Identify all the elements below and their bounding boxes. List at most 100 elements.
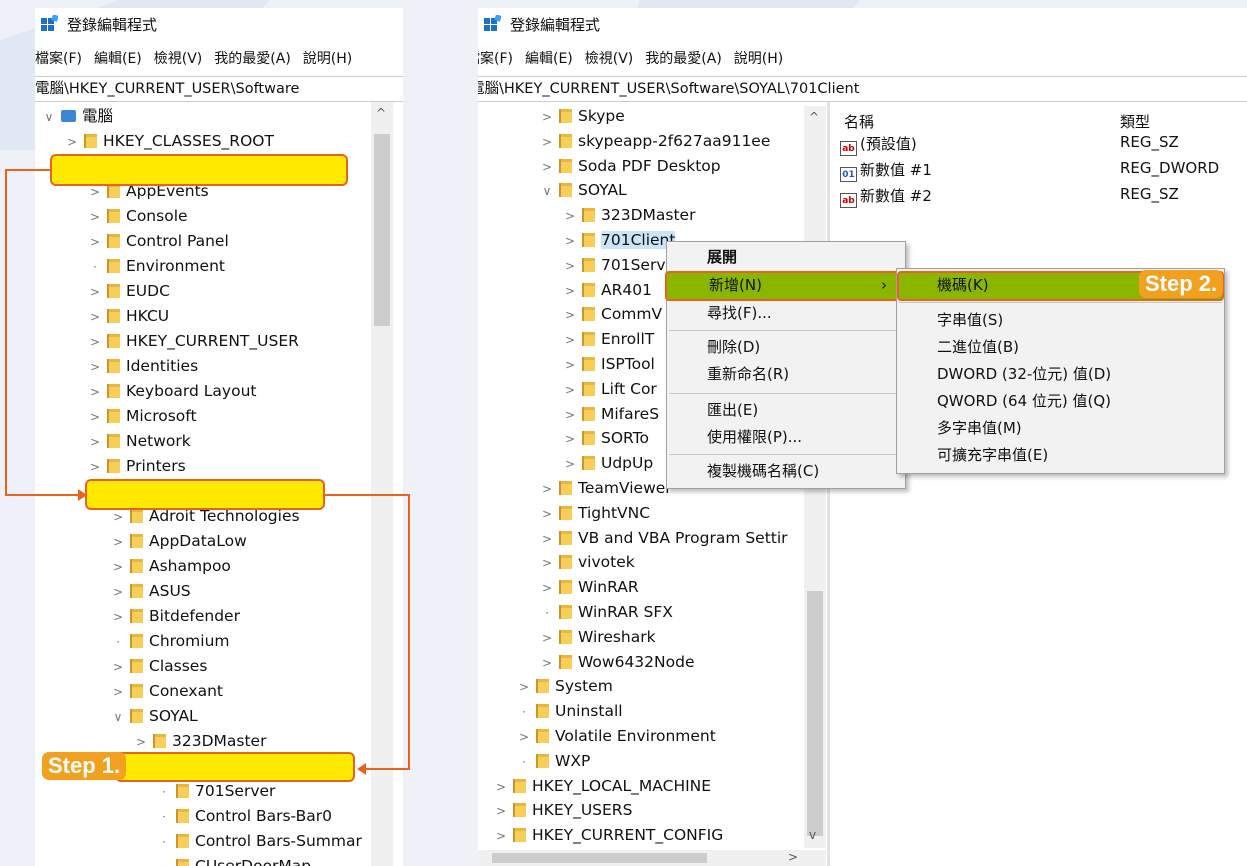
tree-node[interactable]: · 701Server: [156, 779, 275, 804]
collapse-chevron-icon[interactable]: ∨: [41, 105, 57, 130]
expand-chevron-icon[interactable]: >: [562, 328, 578, 353]
tree-node[interactable]: > EnrollT: [562, 327, 654, 352]
menu-item-expand[interactable]: 展開: [667, 244, 905, 270]
menu-edit[interactable]: 編輯(E): [525, 48, 573, 68]
tree-node[interactable]: > TightVNC: [539, 501, 650, 526]
menu-favorites[interactable]: 我的最愛(A): [645, 48, 722, 68]
tree-node[interactable]: > HKEY_LOCAL_MACHINE: [493, 774, 711, 799]
expand-chevron-icon[interactable]: >: [516, 725, 532, 750]
tree-node[interactable]: > Volatile Environment: [516, 724, 716, 749]
expand-chevron-icon[interactable]: >: [64, 130, 80, 155]
menu-item-permissions[interactable]: 使用權限(P)...: [667, 424, 905, 450]
tree-node[interactable]: > UdpUp: [562, 451, 653, 476]
tree-node[interactable]: > Printers: [87, 454, 186, 479]
tree-node[interactable]: >323DMaster: [562, 203, 695, 228]
tree-node[interactable]: > Lift Cor: [562, 377, 657, 402]
expand-chevron-icon[interactable]: >: [562, 452, 578, 477]
tree-node[interactable]: > Identities: [87, 354, 198, 379]
expand-chevron-icon[interactable]: >: [110, 555, 126, 580]
menu-item-copy-key-name[interactable]: 複製機碼名稱(C): [667, 458, 905, 484]
expand-chevron-icon[interactable]: >: [110, 655, 126, 680]
tree-node[interactable]: > CommV: [562, 302, 662, 327]
expand-chevron-icon[interactable]: >: [539, 130, 555, 155]
value-row[interactable]: ab 新數值 #2: [840, 185, 932, 208]
submenu-item-multi-string[interactable]: 多字串值(M): [897, 415, 1224, 441]
tree-node[interactable]: > Network: [87, 429, 191, 454]
expand-chevron-icon[interactable]: >: [562, 229, 578, 254]
tree-node[interactable]: · CUserDoorMap: [156, 854, 311, 866]
expand-chevron-icon[interactable]: >: [539, 551, 555, 576]
expand-chevron-icon[interactable]: >: [87, 380, 103, 405]
horizontal-scrollbar[interactable]: >: [478, 850, 826, 866]
menu-item-export[interactable]: 匯出(E): [667, 397, 905, 423]
expand-chevron-icon[interactable]: >: [87, 455, 103, 480]
column-header-type[interactable]: 類型: [1120, 111, 1150, 132]
expand-chevron-icon[interactable]: >: [562, 254, 578, 279]
tree-node[interactable]: · Control Bars-Summar: [156, 829, 362, 854]
menu-item-find[interactable]: 尋找(F)...: [667, 300, 905, 326]
tree-node[interactable]: > EUDC: [87, 279, 170, 304]
tree-node[interactable]: ∨ SOYAL: [110, 704, 198, 729]
expand-chevron-icon[interactable]: >: [87, 405, 103, 430]
expand-chevron-icon[interactable]: >: [562, 378, 578, 403]
tree-node[interactable]: > ASUS: [110, 579, 191, 604]
tree-node[interactable]: >701Server: [562, 253, 681, 278]
menu-help[interactable]: 說明(H): [734, 48, 783, 68]
menu-item-rename[interactable]: 重新命名(R): [667, 361, 905, 387]
menu-edit[interactable]: 編輯(E): [94, 48, 142, 68]
tree-node[interactable]: > VB and VBA Program Settir: [539, 526, 788, 551]
expand-chevron-icon[interactable]: >: [493, 824, 509, 849]
tree-node[interactable]: · Chromium: [110, 629, 229, 654]
tree-node[interactable]: > HKEY_CURRENT_USER: [87, 329, 299, 354]
expand-chevron-icon[interactable]: >: [539, 477, 555, 502]
expand-chevron-icon[interactable]: >: [87, 205, 103, 230]
tree-node[interactable]: > Conexant: [110, 679, 223, 704]
menu-help[interactable]: 說明(H): [303, 48, 352, 68]
tree-node[interactable]: > Classes: [110, 654, 207, 679]
tree-node[interactable]: > Wow6432Node: [539, 650, 695, 675]
expand-chevron-icon[interactable]: >: [87, 330, 103, 355]
expand-chevron-icon[interactable]: >: [562, 427, 578, 452]
expand-chevron-icon[interactable]: >: [87, 230, 103, 255]
menu-file[interactable]: 檔案(F): [478, 48, 513, 68]
expand-chevron-icon[interactable]: >: [539, 576, 555, 601]
tree-node[interactable]: > Ashampoo: [110, 554, 231, 579]
tree-node[interactable]: > WinRAR: [539, 575, 639, 600]
expand-chevron-icon[interactable]: >: [539, 106, 555, 130]
submenu-item-string[interactable]: 字串值(S): [897, 307, 1224, 333]
expand-chevron-icon[interactable]: >: [562, 353, 578, 378]
expand-chevron-icon[interactable]: >: [110, 580, 126, 605]
expand-chevron-icon[interactable]: >: [87, 430, 103, 455]
hscrollbar-thumb[interactable]: [492, 853, 707, 863]
menu-item-delete[interactable]: 刪除(D): [667, 334, 905, 360]
tree-node[interactable]: · Control Bars-Bar0: [156, 804, 332, 829]
tree-node[interactable]: > Microsoft: [87, 404, 197, 429]
tree-node[interactable]: > HKEY_CURRENT_CONFIG: [493, 823, 723, 848]
expand-chevron-icon[interactable]: >: [539, 626, 555, 651]
tree-node[interactable]: > AR401: [562, 278, 652, 303]
submenu-item-dword[interactable]: DWORD (32-位元) 值(D): [897, 361, 1224, 387]
tree-node[interactable]: > Wireshark: [539, 625, 656, 650]
tree-node[interactable]: > Keyboard Layout: [87, 379, 257, 405]
menu-view[interactable]: 檢視(V): [154, 48, 203, 68]
tree-node[interactable]: · WinRAR SFX: [539, 600, 673, 625]
scroll-up-arrow[interactable]: ^: [376, 106, 386, 120]
submenu-item-qword[interactable]: QWORD (64 位元) 值(Q): [897, 388, 1224, 414]
scroll-right-arrow[interactable]: >: [788, 850, 798, 864]
tree-node[interactable]: > Soda PDF Desktop: [539, 154, 721, 179]
expand-chevron-icon[interactable]: >: [87, 280, 103, 305]
scroll-down-arrow[interactable]: v: [809, 828, 816, 842]
collapse-chevron-icon[interactable]: ∨: [110, 705, 126, 730]
tree-node[interactable]: ∨ SOYAL: [539, 178, 627, 203]
expand-chevron-icon[interactable]: >: [493, 775, 509, 800]
tree-node[interactable]: > Skype: [539, 106, 625, 129]
expand-chevron-icon[interactable]: >: [493, 799, 509, 824]
tree-node[interactable]: > AppDataLow: [110, 529, 247, 554]
tree-node[interactable]: > ISPTool: [562, 352, 655, 377]
tree-node[interactable]: > Console: [87, 204, 188, 229]
tree-node[interactable]: > TeamViewer: [539, 476, 672, 501]
tree-node[interactable]: >701Client: [562, 228, 676, 254]
expand-chevron-icon[interactable]: >: [539, 155, 555, 180]
scrollbar-thumb[interactable]: [807, 591, 823, 836]
expand-chevron-icon[interactable]: >: [562, 403, 578, 428]
